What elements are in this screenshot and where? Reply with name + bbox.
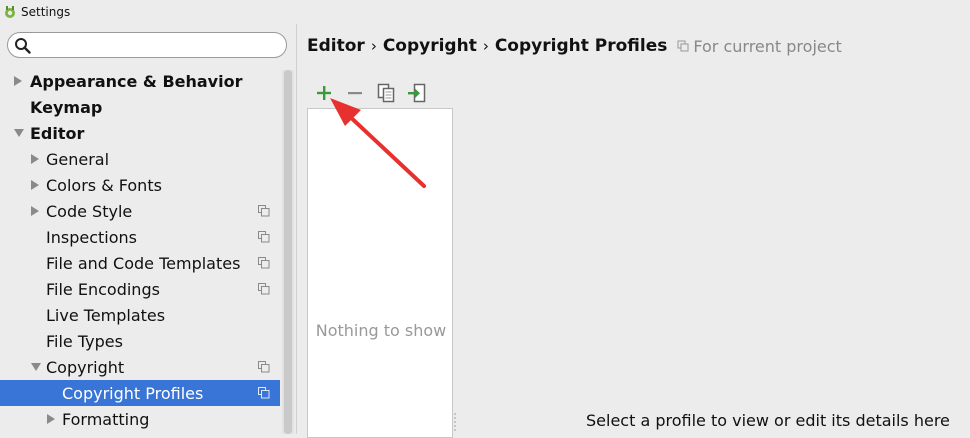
project-level-icon: [258, 231, 270, 243]
breadcrumb-item-copyright-profiles: Copyright Profiles: [494, 36, 668, 56]
expand-arrow-right-icon[interactable]: [31, 154, 39, 164]
tree-item-label: Live Templates: [46, 305, 166, 325]
tree-item-editor[interactable]: Editor: [0, 120, 280, 146]
details-hint: Select a profile to view or edit its det…: [586, 411, 950, 430]
tree-item-label: File and Code Templates: [46, 253, 241, 273]
copy-icon: [377, 83, 395, 103]
expand-arrow-right-icon[interactable]: [31, 180, 39, 190]
copy-profile-button[interactable]: [375, 82, 397, 104]
profiles-toolbar: [313, 82, 437, 104]
tree-item-general[interactable]: General: [0, 146, 280, 172]
tree-item-label: Formatting: [62, 409, 150, 429]
add-profile-button[interactable]: [313, 82, 335, 104]
main-panel: Editor › Copyright › Copyright Profiles …: [297, 24, 970, 438]
expand-arrow-down-icon[interactable]: [31, 363, 41, 371]
search-input[interactable]: [36, 36, 280, 56]
sidebar-scrollbar-thumb[interactable]: [284, 70, 292, 434]
breadcrumb: Editor › Copyright › Copyright Profiles …: [307, 36, 842, 56]
project-scope-icon: [677, 40, 689, 52]
breadcrumb-separator: ›: [370, 37, 377, 55]
tree-item-label: File Encodings: [46, 279, 160, 299]
tree-item-label: Copyright: [46, 357, 125, 377]
tree-item-file-encodings[interactable]: File Encodings: [0, 276, 280, 302]
tree-item-copyright-profiles[interactable]: Copyright Profiles: [0, 380, 280, 406]
sidebar-scrollbar[interactable]: [282, 70, 294, 434]
empty-list-text: Nothing to show: [315, 321, 447, 340]
expand-arrow-down-icon[interactable]: [14, 129, 24, 137]
tree-item-label: File Types: [46, 331, 123, 351]
tree-item-label: Colors & Fonts: [46, 175, 162, 195]
tree-item-inspections[interactable]: Inspections: [0, 224, 280, 250]
splitter-grip-icon[interactable]: [452, 410, 458, 434]
project-level-icon: [258, 257, 270, 269]
breadcrumb-item-editor: Editor: [307, 36, 365, 56]
tree-item-copyright[interactable]: Copyright: [0, 354, 280, 380]
project-scope-label: For current project: [677, 36, 842, 56]
window-titlebar: Settings: [0, 0, 970, 24]
project-level-icon: [258, 387, 270, 399]
tree-item-colors-fonts[interactable]: Colors & Fonts: [0, 172, 280, 198]
breadcrumb-item-copyright: Copyright: [382, 36, 477, 56]
project-scope-text: For current project: [693, 36, 842, 56]
project-level-icon: [258, 361, 270, 373]
tree-item-appearance-behavior[interactable]: Appearance & Behavior: [0, 68, 280, 94]
tree-item-label: Appearance & Behavior: [30, 71, 243, 91]
tree-item-keymap[interactable]: Keymap: [0, 94, 280, 120]
expand-arrow-right-icon[interactable]: [14, 76, 22, 86]
import-profile-button[interactable]: [406, 82, 428, 104]
tree-item-label: Code Style: [46, 201, 133, 221]
remove-profile-button[interactable]: [344, 82, 366, 104]
project-level-icon: [258, 283, 270, 295]
settings-sidebar: Appearance & Behavior Keymap Editor General…: [0, 24, 297, 434]
tree-item-label: Inspections: [46, 227, 137, 247]
expand-arrow-right-icon[interactable]: [47, 414, 55, 424]
tree-item-file-and-code-templates[interactable]: File and Code Templates: [0, 250, 280, 276]
tree-item-label: Copyright Profiles: [62, 383, 204, 403]
tree-item-label: Keymap: [30, 97, 103, 117]
tree-item-file-types[interactable]: File Types: [0, 328, 280, 354]
project-level-icon: [258, 205, 270, 217]
plus-icon: [317, 86, 331, 100]
tree-item-label: General: [46, 149, 110, 169]
expand-arrow-right-icon[interactable]: [31, 206, 39, 216]
tree-item-formatting[interactable]: Formatting: [0, 406, 280, 432]
breadcrumb-separator: ›: [482, 37, 489, 55]
tree-item-label: Editor: [30, 123, 85, 143]
tree-item-code-style[interactable]: Code Style: [0, 198, 280, 224]
android-studio-icon: [3, 5, 17, 19]
minus-icon: [348, 92, 362, 95]
search-icon: [14, 37, 32, 59]
import-icon: [408, 83, 426, 103]
search-box[interactable]: [7, 32, 287, 58]
tree-item-live-templates[interactable]: Live Templates: [0, 302, 280, 328]
profiles-list[interactable]: Nothing to show: [307, 108, 453, 438]
window-title: Settings: [21, 5, 71, 19]
